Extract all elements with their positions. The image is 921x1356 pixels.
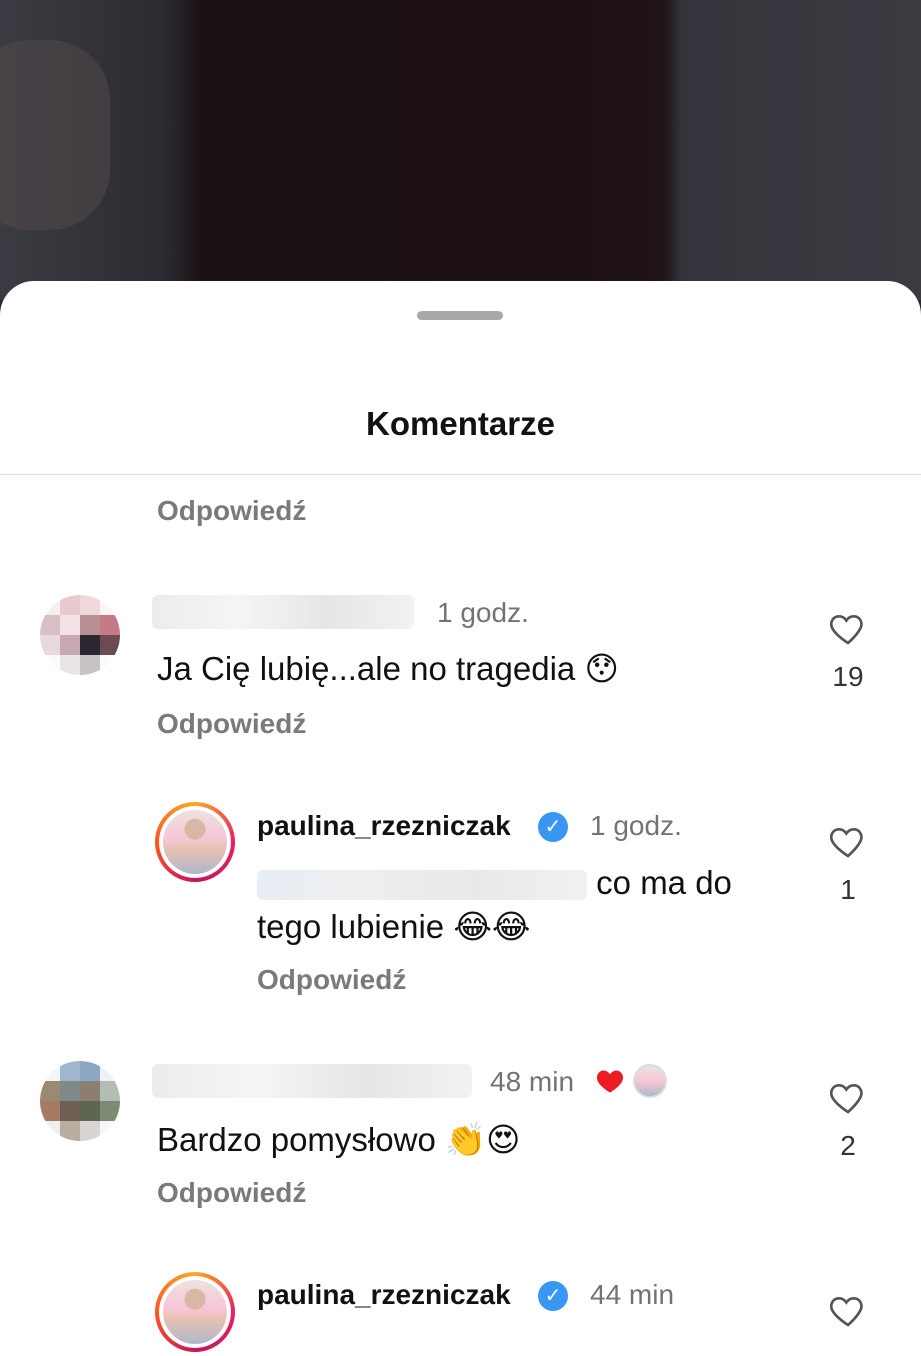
emoji: 😂😂 xyxy=(453,907,531,946)
verified-badge-icon: ✓ xyxy=(538,812,568,842)
reply-button[interactable]: Odpowiedź xyxy=(157,1177,306,1209)
username-redacted[interactable] xyxy=(152,595,414,629)
verified-badge-icon: ✓ xyxy=(538,1281,568,1311)
avatar-story-ring[interactable] xyxy=(155,1272,235,1352)
like-count: 2 xyxy=(840,1130,856,1161)
post-image-backdrop xyxy=(0,0,921,300)
comment-text: Ja Cię lubię...ale no tragedia 😯 xyxy=(157,647,619,691)
mention-redacted[interactable] xyxy=(257,870,587,901)
reply-button[interactable]: Odpowiedź xyxy=(257,964,406,996)
drag-handle[interactable] xyxy=(417,311,503,320)
comment-time: 44 min xyxy=(590,1279,675,1310)
avatar-photo xyxy=(163,810,227,874)
emoji: 👏😍 xyxy=(444,1120,521,1159)
comment-time: 1 godz. xyxy=(437,597,529,628)
comment-text-line2: tego lubienie xyxy=(257,908,445,945)
comment-text-body: Ja Cię lubię...ale no tragedia xyxy=(157,650,576,687)
comment-text-body: Bardzo pomysłowo xyxy=(157,1121,436,1158)
comment-text: Bardzo pomysłowo 👏😍 xyxy=(157,1118,520,1162)
like-count: 1 xyxy=(840,874,856,905)
like-heart-icon[interactable] xyxy=(828,1077,868,1117)
comment-time: 48 min xyxy=(490,1066,575,1097)
avatar-story-ring[interactable] xyxy=(155,802,235,882)
author-liked-heart-icon xyxy=(596,1070,624,1093)
comment-text: co ma do tego lubienie 😂😂 xyxy=(257,861,777,949)
like-count: 19 xyxy=(832,661,864,692)
username[interactable]: paulina_rzezniczak xyxy=(257,810,511,842)
like-heart-icon[interactable] xyxy=(828,821,868,861)
comments-sheet: Komentarze Odpowiedź 1 godz. Ja Cię lubi… xyxy=(0,281,921,1356)
avatar[interactable] xyxy=(40,1061,120,1141)
reply-button[interactable]: Odpowiedź xyxy=(157,708,306,740)
header-divider xyxy=(0,474,921,475)
like-heart-icon[interactable] xyxy=(828,608,868,648)
comment-text-body: co ma do xyxy=(596,864,732,901)
comment-time: 1 godz. xyxy=(590,810,682,841)
reply-button[interactable]: Odpowiedź xyxy=(157,495,306,527)
post-image-hand xyxy=(0,40,110,230)
username[interactable]: paulina_rzezniczak xyxy=(257,1279,511,1311)
username-redacted[interactable] xyxy=(152,1064,472,1098)
like-heart-icon[interactable] xyxy=(828,1290,868,1330)
avatar-photo xyxy=(163,1280,227,1344)
emoji: 😯 xyxy=(584,649,619,688)
author-avatar-mini xyxy=(633,1064,667,1098)
sheet-title: Komentarze xyxy=(366,405,555,442)
avatar[interactable] xyxy=(40,595,120,675)
